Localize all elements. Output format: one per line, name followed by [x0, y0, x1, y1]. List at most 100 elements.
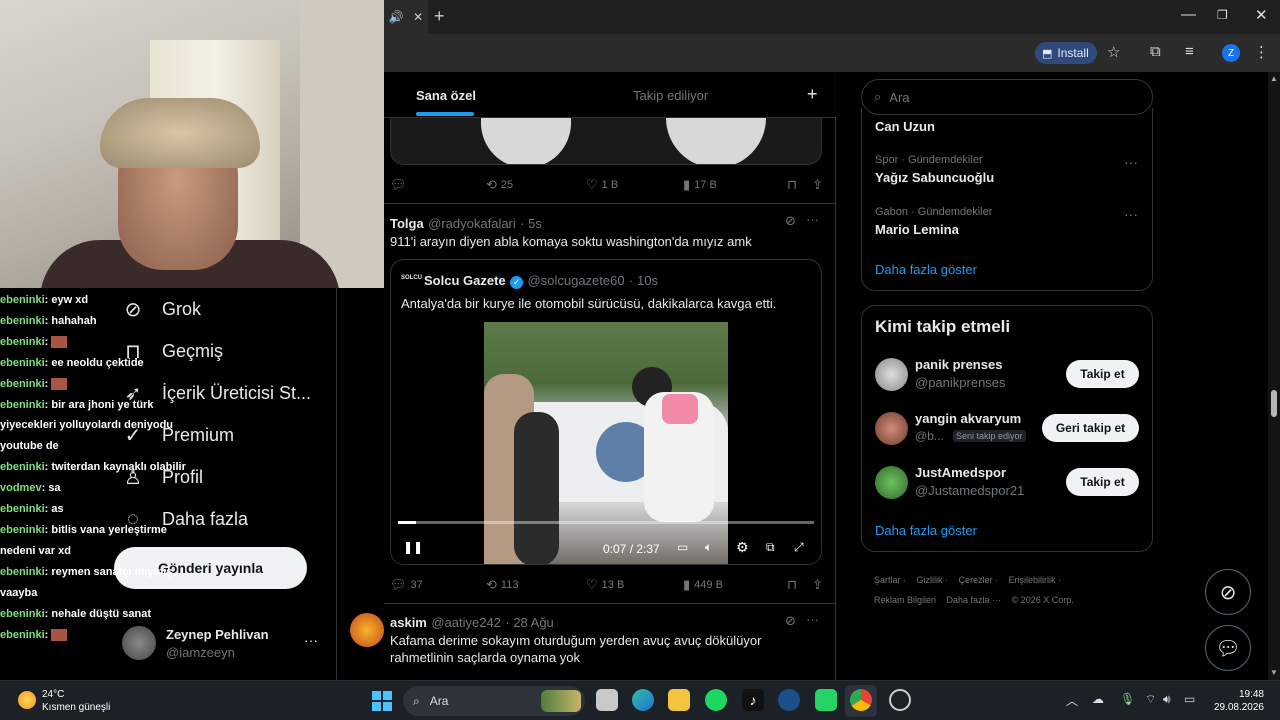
scroll-up-arrow-icon[interactable]: ▲	[1270, 74, 1278, 83]
close-tab-icon[interactable]: ✕	[413, 10, 423, 24]
add-tab-button[interactable]: +	[807, 84, 818, 105]
tray-cloud-icon[interactable]: ☁	[1092, 692, 1104, 706]
user-avatar[interactable]	[875, 466, 908, 499]
battery-icon[interactable]: ▭	[1184, 692, 1195, 706]
task-view-icon[interactable]	[596, 689, 618, 711]
scroll-down-arrow-icon[interactable]: ▼	[1270, 668, 1278, 677]
extensions-icon[interactable]: ⧉	[1150, 43, 1161, 60]
tweet-author-name[interactable]: askim	[390, 615, 427, 630]
follow-back-button[interactable]: Geri takip et	[1042, 414, 1139, 442]
trend-name[interactable]: Can Uzun	[875, 119, 935, 134]
menu-kebab-icon[interactable]: ⋮	[1254, 43, 1269, 61]
file-explorer-icon[interactable]	[668, 689, 690, 711]
tweet-author-handle[interactable]: @radyokafalari	[428, 216, 516, 231]
tweet-author-handle[interactable]: @aatiye242	[431, 615, 501, 630]
close-window-button[interactable]: ✕	[1255, 6, 1268, 24]
views-button[interactable]: ▮ 17 B	[683, 177, 717, 193]
tweet-avatar[interactable]	[350, 613, 384, 647]
user-avatar[interactable]	[875, 412, 908, 445]
video-progress-track[interactable]	[398, 521, 814, 524]
repost-button[interactable]: ⟲ 113	[486, 577, 518, 593]
bookmark-icon[interactable]: ⊓	[787, 577, 797, 593]
volume-icon[interactable]: 🔈︎	[705, 540, 712, 555]
views-button[interactable]: ▮ 449 B	[683, 577, 723, 593]
weather-widget[interactable]: 24°C Kısmen güneşli	[18, 688, 110, 714]
reply-icon: 💬︎	[390, 577, 407, 592]
footer-link-ads-info[interactable]: Reklam Bilgileri	[874, 595, 936, 605]
reply-button[interactable]: 💬︎ 37	[390, 577, 423, 593]
video-player[interactable]: ❚❚ 0:07 / 2:37 ▭ 🔈︎ ⚙ ⧉ ⤢	[391, 322, 821, 564]
media-controls-icon[interactable]: ≡	[1185, 43, 1194, 60]
grok-icon[interactable]: ⊘	[785, 613, 796, 629]
more-dots-icon[interactable]: ···	[806, 212, 819, 227]
tab-following[interactable]: Takip ediliyor	[633, 88, 708, 103]
more-dots-icon[interactable]: ···	[806, 612, 819, 627]
footer-link-more[interactable]: Daha fazla ···	[947, 595, 1002, 605]
follow-button[interactable]: Takip et	[1066, 360, 1139, 388]
volume-icon[interactable]: 🔊︎	[1163, 692, 1171, 707]
user-name[interactable]: panik prenses	[915, 357, 1002, 372]
user-avatar[interactable]	[875, 358, 908, 391]
chrome-icon[interactable]	[850, 689, 872, 711]
tab-for-you[interactable]: Sana özel	[416, 88, 476, 103]
install-button[interactable]: ⬒ Install	[1035, 42, 1097, 64]
new-tab-button[interactable]: +	[434, 6, 445, 27]
captions-icon[interactable]: ▭	[677, 540, 688, 554]
user-name[interactable]: yangin akvaryum	[915, 411, 1021, 426]
profile-avatar[interactable]: Z	[1222, 44, 1240, 62]
windows-start-icon[interactable]	[372, 691, 392, 711]
app-icon[interactable]	[889, 689, 911, 711]
like-button[interactable]: ♡ 1 B	[586, 177, 618, 193]
tweet-time[interactable]: · 5s	[520, 216, 542, 231]
fullscreen-icon[interactable]: ⤢	[794, 540, 804, 555]
edge-icon[interactable]	[632, 689, 654, 711]
repost-button[interactable]: ⟲ 25	[486, 177, 513, 193]
trend-name[interactable]: Mario Lemina	[875, 222, 959, 237]
footer-link-terms[interactable]: Şartlar	[874, 575, 901, 585]
bookmark-icon[interactable]: ⊓	[787, 177, 797, 193]
taskbar-search[interactable]: ⌕ Ara	[403, 686, 585, 716]
clock-date: 29.08.2026	[1213, 702, 1264, 713]
tray-chevron-icon[interactable]: ︿	[1066, 692, 1078, 709]
maximize-button[interactable]: ❐	[1217, 8, 1228, 22]
bookmark-star-icon[interactable]: ☆	[1107, 43, 1120, 61]
footer-link-cookies[interactable]: Çerezler	[959, 575, 993, 585]
scrollbar-thumb[interactable]	[1271, 390, 1277, 417]
like-button[interactable]: ♡ 13 B	[586, 577, 624, 593]
show-more-trends-link[interactable]: Daha fazla göster	[875, 262, 977, 277]
user-name[interactable]: JustAmedspor	[915, 465, 1006, 480]
wifi-icon[interactable]: ⌔	[1145, 692, 1156, 707]
whatsapp-icon[interactable]	[815, 689, 837, 711]
follow-button[interactable]: Takip et	[1066, 468, 1139, 496]
minimize-button[interactable]: —	[1181, 6, 1196, 23]
more-dots-icon[interactable]: ···	[1124, 206, 1138, 222]
taskbar-clock[interactable]: 19:48 29.08.2026	[1212, 688, 1264, 714]
more-dots-icon[interactable]: ···	[1124, 154, 1138, 170]
grok-icon[interactable]: ⊘	[785, 213, 796, 229]
share-icon[interactable]: ⇪	[812, 177, 823, 193]
share-icon[interactable]: ⇪	[812, 577, 823, 593]
reply-icon[interactable]: 💬︎	[390, 177, 407, 193]
quote-time: · 10s	[629, 273, 658, 288]
pip-icon[interactable]: ⧉	[766, 540, 775, 555]
grok-fab-button[interactable]: ⊘	[1205, 569, 1251, 615]
speaker-icon[interactable]: 🔊	[389, 10, 404, 24]
tweet-author-name[interactable]: Tolga	[390, 216, 424, 231]
footer-link-privacy[interactable]: Gizlilik	[917, 575, 943, 585]
microphone-icon[interactable]: 🎙︎	[1120, 692, 1135, 706]
settings-gear-icon[interactable]: ⚙	[736, 539, 749, 556]
page-scrollbar[interactable]: ▲ ▼	[1268, 72, 1280, 680]
browser-tab[interactable]: 🔊 ✕	[384, 0, 428, 34]
more-dots-icon[interactable]: ···	[304, 632, 318, 648]
tweet-time[interactable]: · 28 Ağu	[505, 615, 553, 630]
trend-name[interactable]: Yağız Sabuncuoğlu	[875, 170, 994, 185]
tiktok-icon[interactable]: ♪	[742, 689, 764, 711]
spotify-icon[interactable]	[705, 689, 727, 711]
pause-icon[interactable]: ❚❚	[403, 540, 423, 554]
steam-icon[interactable]	[778, 689, 800, 711]
search-input[interactable]: ⌕ Ara	[861, 79, 1153, 115]
quoted-tweet[interactable]: SOLCU Solcu Gazete ✓ @solcugazete60 · 10…	[390, 259, 822, 565]
footer-link-accessibility[interactable]: Erişilebilirlik	[1009, 575, 1056, 585]
show-more-users-link[interactable]: Daha fazla göster	[875, 523, 977, 538]
messages-fab-button[interactable]: 💬︎	[1205, 625, 1251, 671]
